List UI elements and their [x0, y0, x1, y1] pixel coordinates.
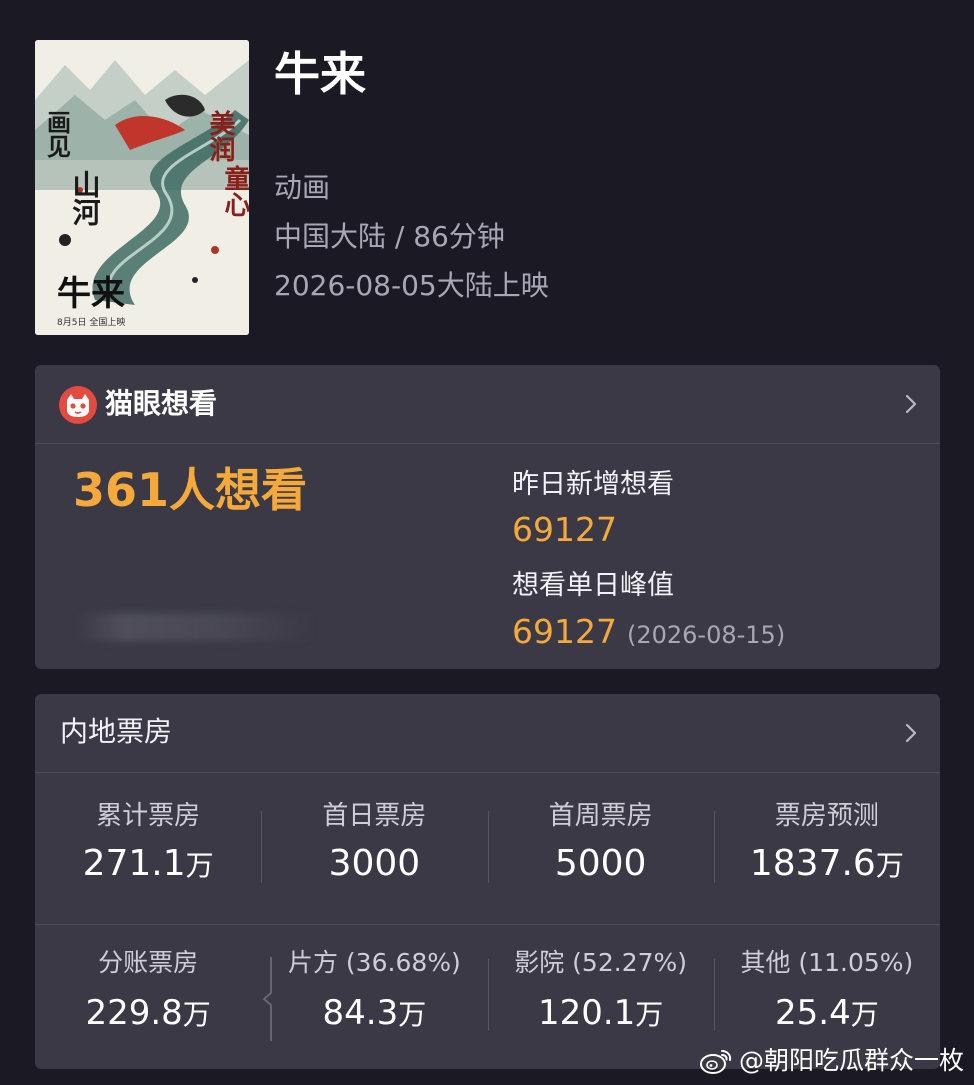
cell-value: 271.1万	[35, 841, 261, 889]
chevron-right-icon[interactable]	[904, 392, 918, 416]
blurred-text	[75, 613, 315, 641]
cell-label: 片方 (36.68%)	[287, 948, 461, 977]
peak-value: 69127	[512, 612, 617, 651]
svg-text:美润: 美润	[205, 109, 235, 162]
want-count: 361人想看	[73, 463, 308, 517]
value-unit: 万	[185, 849, 214, 882]
peak-label: 想看单日峰值	[512, 570, 674, 601]
movie-poster[interactable]: 画见 山河 美润 童心 牛来 8月5日 全国上映	[35, 40, 249, 335]
value-number: 271.1	[82, 843, 186, 884]
peak-value-row: 69127 (2026-08-15)	[512, 611, 785, 656]
weibo-icon	[699, 1047, 733, 1075]
cell-value: 229.8万	[35, 990, 261, 1038]
value-number: 229.8	[85, 993, 183, 1033]
boxoffice-card-header[interactable]: 内地票房	[35, 694, 940, 773]
cell-value: 3000	[261, 841, 487, 889]
movie-release-date: 2026-08-05大陆上映	[274, 269, 549, 302]
first-day-boxoffice: 首日票房 3000	[261, 773, 487, 924]
yesterday-new-label: 昨日新增想看	[512, 469, 674, 500]
value-number: 120.1	[537, 993, 636, 1033]
chevron-right-icon[interactable]	[904, 721, 918, 745]
value-unit: 万	[398, 998, 427, 1031]
value-number: 25.4	[775, 993, 851, 1033]
svg-text:童心: 童心	[220, 164, 249, 217]
weibo-watermark: @朝阳吃瓜群众一枚	[699, 1045, 964, 1077]
first-week-boxoffice: 首周票房 5000	[487, 773, 714, 924]
maoyan-card-header[interactable]: 猫眼想看	[35, 365, 940, 444]
boxoffice-card: 内地票房 累计票房 271.1万 首日票房 3000 首周票房 5000 票房预…	[35, 694, 940, 1069]
boxoffice-title: 内地票房	[60, 715, 173, 748]
svg-text:山河: 山河	[69, 170, 102, 226]
cell-value: 1837.6万	[714, 841, 940, 889]
split-boxoffice: 分账票房 229.8万	[35, 925, 261, 1069]
cell-label: 其他 (11.05%)	[740, 948, 914, 977]
peak-date: (2026-08-15)	[626, 621, 786, 649]
cell-value: 25.4万	[714, 990, 940, 1038]
cell-label: 分账票房	[98, 948, 199, 977]
cell-value: 5000	[488, 841, 714, 889]
svg-text:画见: 画见	[43, 110, 72, 159]
movie-genre: 动画	[274, 171, 331, 204]
value-unit: 万	[635, 998, 664, 1031]
svg-text:8月5日 全国上映: 8月5日 全国上映	[57, 316, 125, 328]
movie-region-duration: 中国大陆 / 86分钟	[274, 220, 505, 253]
maoyan-cat-icon	[59, 386, 97, 424]
producer-share: 片方 (36.68%) 84.3万	[261, 925, 487, 1069]
cell-value: 120.1万	[488, 990, 714, 1038]
svg-text:牛来: 牛来	[57, 274, 125, 314]
cell-label: 影院 (52.27%)	[514, 948, 688, 977]
maoyan-brand-label: 猫眼想看	[105, 387, 218, 420]
cell-label: 累计票房	[96, 801, 201, 831]
movie-title: 牛来	[274, 47, 366, 101]
value-unit: 万	[875, 849, 904, 882]
value-unit: 万	[182, 998, 211, 1031]
cell-label: 首日票房	[322, 801, 427, 831]
value-number: 84.3	[322, 993, 399, 1033]
boxoffice-row-main: 累计票房 271.1万 首日票房 3000 首周票房 5000 票房预测 183…	[35, 773, 940, 925]
cinema-share: 影院 (52.27%) 120.1万	[487, 925, 714, 1069]
cumulative-boxoffice: 累计票房 271.1万	[35, 773, 261, 924]
boxoffice-forecast: 票房预测 1837.6万	[713, 773, 940, 924]
value-number: 1837.6	[749, 843, 876, 884]
value-number: 3000	[328, 843, 421, 884]
maoyan-want-card: 猫眼想看 361人想看 昨日新增想看 69127 想看单日峰值 69127 (20…	[35, 365, 940, 669]
cell-label: 首周票房	[548, 801, 653, 831]
value-number: 5000	[554, 843, 647, 884]
watermark-text: @朝阳吃瓜群众一枚	[738, 1046, 964, 1075]
value-unit: 万	[850, 998, 879, 1031]
cell-label: 票房预测	[774, 801, 879, 831]
cell-value: 84.3万	[261, 990, 487, 1038]
yesterday-new-value: 69127	[512, 510, 617, 549]
